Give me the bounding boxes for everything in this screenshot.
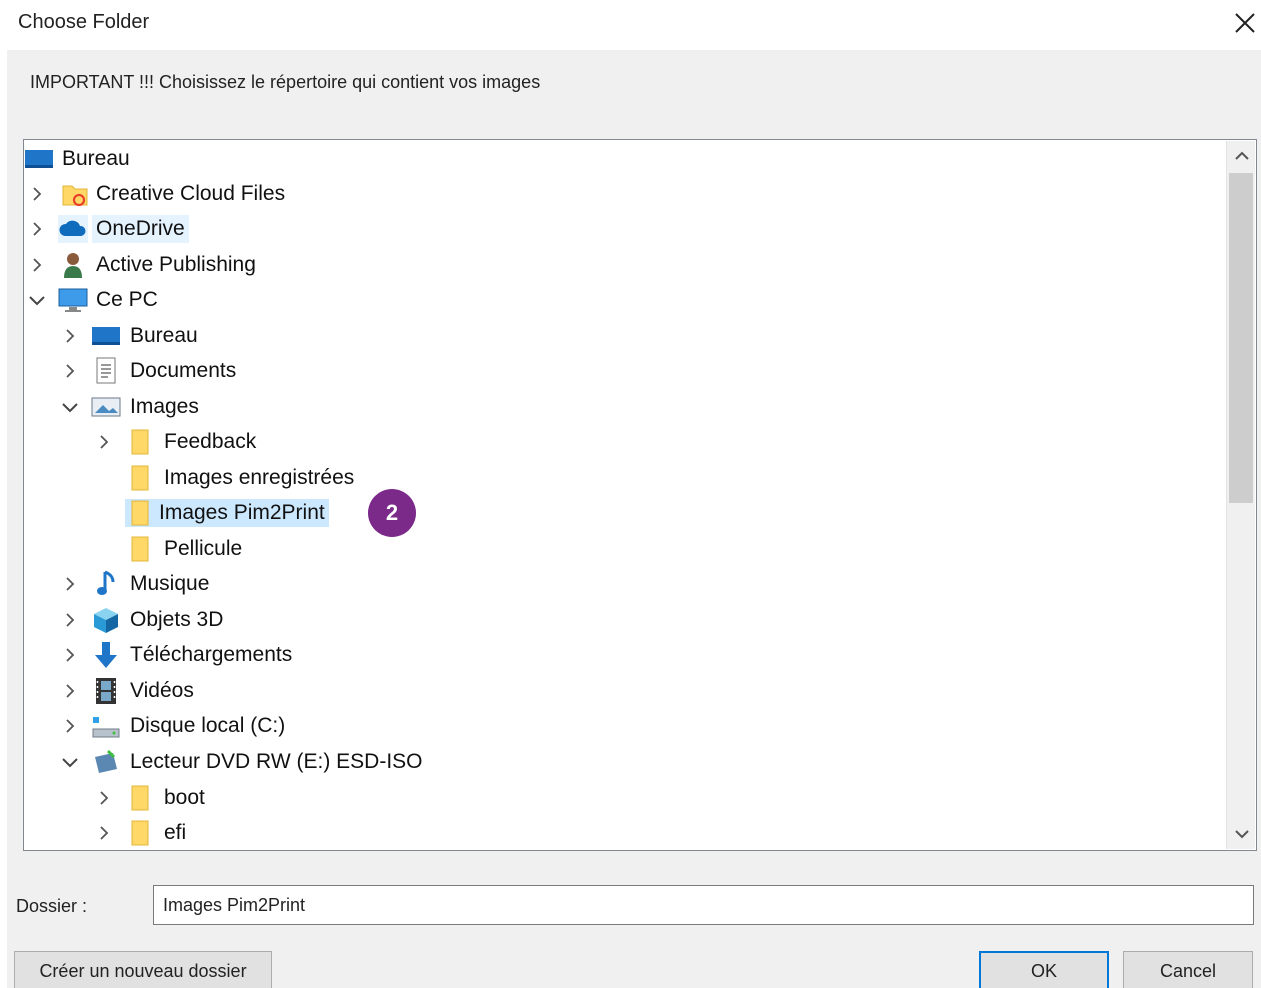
close-button[interactable] (1228, 6, 1261, 40)
chevron-right-icon[interactable] (61, 646, 79, 664)
music-note-icon (91, 570, 121, 598)
chevron-right-icon[interactable] (61, 575, 79, 593)
chevron-right-icon[interactable] (61, 362, 79, 380)
tree-item-active-publishing[interactable]: Active Publishing (24, 248, 1224, 282)
chevron-down-icon[interactable] (61, 753, 79, 771)
chevron-right-icon[interactable] (61, 327, 79, 345)
local-disk-icon (91, 712, 121, 740)
creative-cloud-folder-icon (60, 180, 90, 208)
tree-item-musique[interactable]: Musique (24, 567, 1224, 601)
download-arrow-icon (91, 641, 121, 669)
chevron-right-icon[interactable] (61, 682, 79, 700)
tree-item-bureau-root[interactable]: Bureau (24, 142, 1224, 176)
scrollbar-thumb[interactable] (1229, 173, 1253, 503)
vertical-scrollbar[interactable] (1226, 141, 1255, 849)
tree-item-creative-cloud-files[interactable]: Creative Cloud Files (24, 177, 1224, 211)
folder-icon (125, 499, 155, 527)
onedrive-cloud-icon (58, 215, 88, 243)
tree-item-telechargements[interactable]: Téléchargements (24, 638, 1224, 672)
chevron-down-icon (1234, 830, 1249, 839)
tree-item-images-enregistrees[interactable]: Images enregistrées (24, 461, 1224, 495)
folder-label: Dossier : (16, 896, 88, 916)
folder-tree[interactable]: Bureau Creative Cloud Files OneDrive Act… (23, 139, 1257, 851)
tree-item-disque-local[interactable]: Disque local (C:) (24, 709, 1224, 743)
cancel-button[interactable]: Cancel (1123, 951, 1253, 988)
documents-icon (91, 357, 121, 385)
tree-item-ce-pc[interactable]: Ce PC (24, 283, 1224, 317)
chevron-right-icon[interactable] (28, 256, 46, 274)
tree-item-efi[interactable]: efi (24, 816, 1224, 850)
chevron-right-icon[interactable] (95, 789, 113, 807)
tree-item-documents[interactable]: Documents (24, 354, 1224, 388)
tree-item-images[interactable]: Images (24, 390, 1224, 424)
desktop-icon (91, 322, 121, 350)
title-bar: Choose Folder (0, 0, 1261, 48)
tree-item-objets-3d[interactable]: Objets 3D (24, 603, 1224, 637)
dvd-drive-icon (91, 748, 121, 776)
folder-icon (125, 784, 155, 812)
folder-icon (125, 428, 155, 456)
tree-item-pellicule[interactable]: Pellicule (24, 532, 1224, 566)
folder-icon (125, 535, 155, 563)
chevron-right-icon[interactable] (61, 717, 79, 735)
chevron-right-icon[interactable] (28, 185, 46, 203)
dialog-title: Choose Folder (18, 11, 150, 33)
folder-icon (125, 464, 155, 492)
user-icon (58, 251, 88, 279)
tree-item-images-pim2print[interactable]: Images Pim2Print (24, 496, 1224, 530)
pictures-icon (91, 393, 121, 421)
scroll-down-button[interactable] (1227, 819, 1256, 849)
chevron-right-icon[interactable] (28, 220, 46, 238)
computer-icon (58, 286, 88, 314)
folder-icon (125, 819, 155, 847)
chevron-up-icon (1234, 151, 1249, 160)
tree-item-lecteur-dvd[interactable]: Lecteur DVD RW (E:) ESD-ISO (24, 745, 1224, 779)
chevron-right-icon[interactable] (95, 824, 113, 842)
film-icon (91, 677, 121, 705)
close-icon (1235, 13, 1255, 33)
tree-item-videos[interactable]: Vidéos (24, 674, 1224, 708)
tree-item-bureau[interactable]: Bureau (24, 319, 1224, 353)
chevron-down-icon[interactable] (61, 398, 79, 416)
new-folder-button[interactable]: Créer un nouveau dossier (14, 951, 272, 988)
tree-item-onedrive[interactable]: OneDrive (24, 212, 1224, 246)
chevron-down-icon[interactable] (28, 291, 46, 309)
cube-3d-icon (91, 606, 121, 634)
tree-item-feedback[interactable]: Feedback (24, 425, 1224, 459)
instruction-text: IMPORTANT !!! Choisissez le répertoire q… (30, 72, 541, 92)
chevron-right-icon[interactable] (61, 611, 79, 629)
desktop-icon (24, 145, 54, 173)
step-badge: 2 (368, 489, 416, 537)
folder-field[interactable]: Images Pim2Print (153, 885, 1254, 925)
ok-button[interactable]: OK (979, 951, 1109, 988)
scroll-up-button[interactable] (1227, 141, 1256, 171)
tree-item-boot[interactable]: boot (24, 781, 1224, 815)
chevron-right-icon[interactable] (95, 433, 113, 451)
